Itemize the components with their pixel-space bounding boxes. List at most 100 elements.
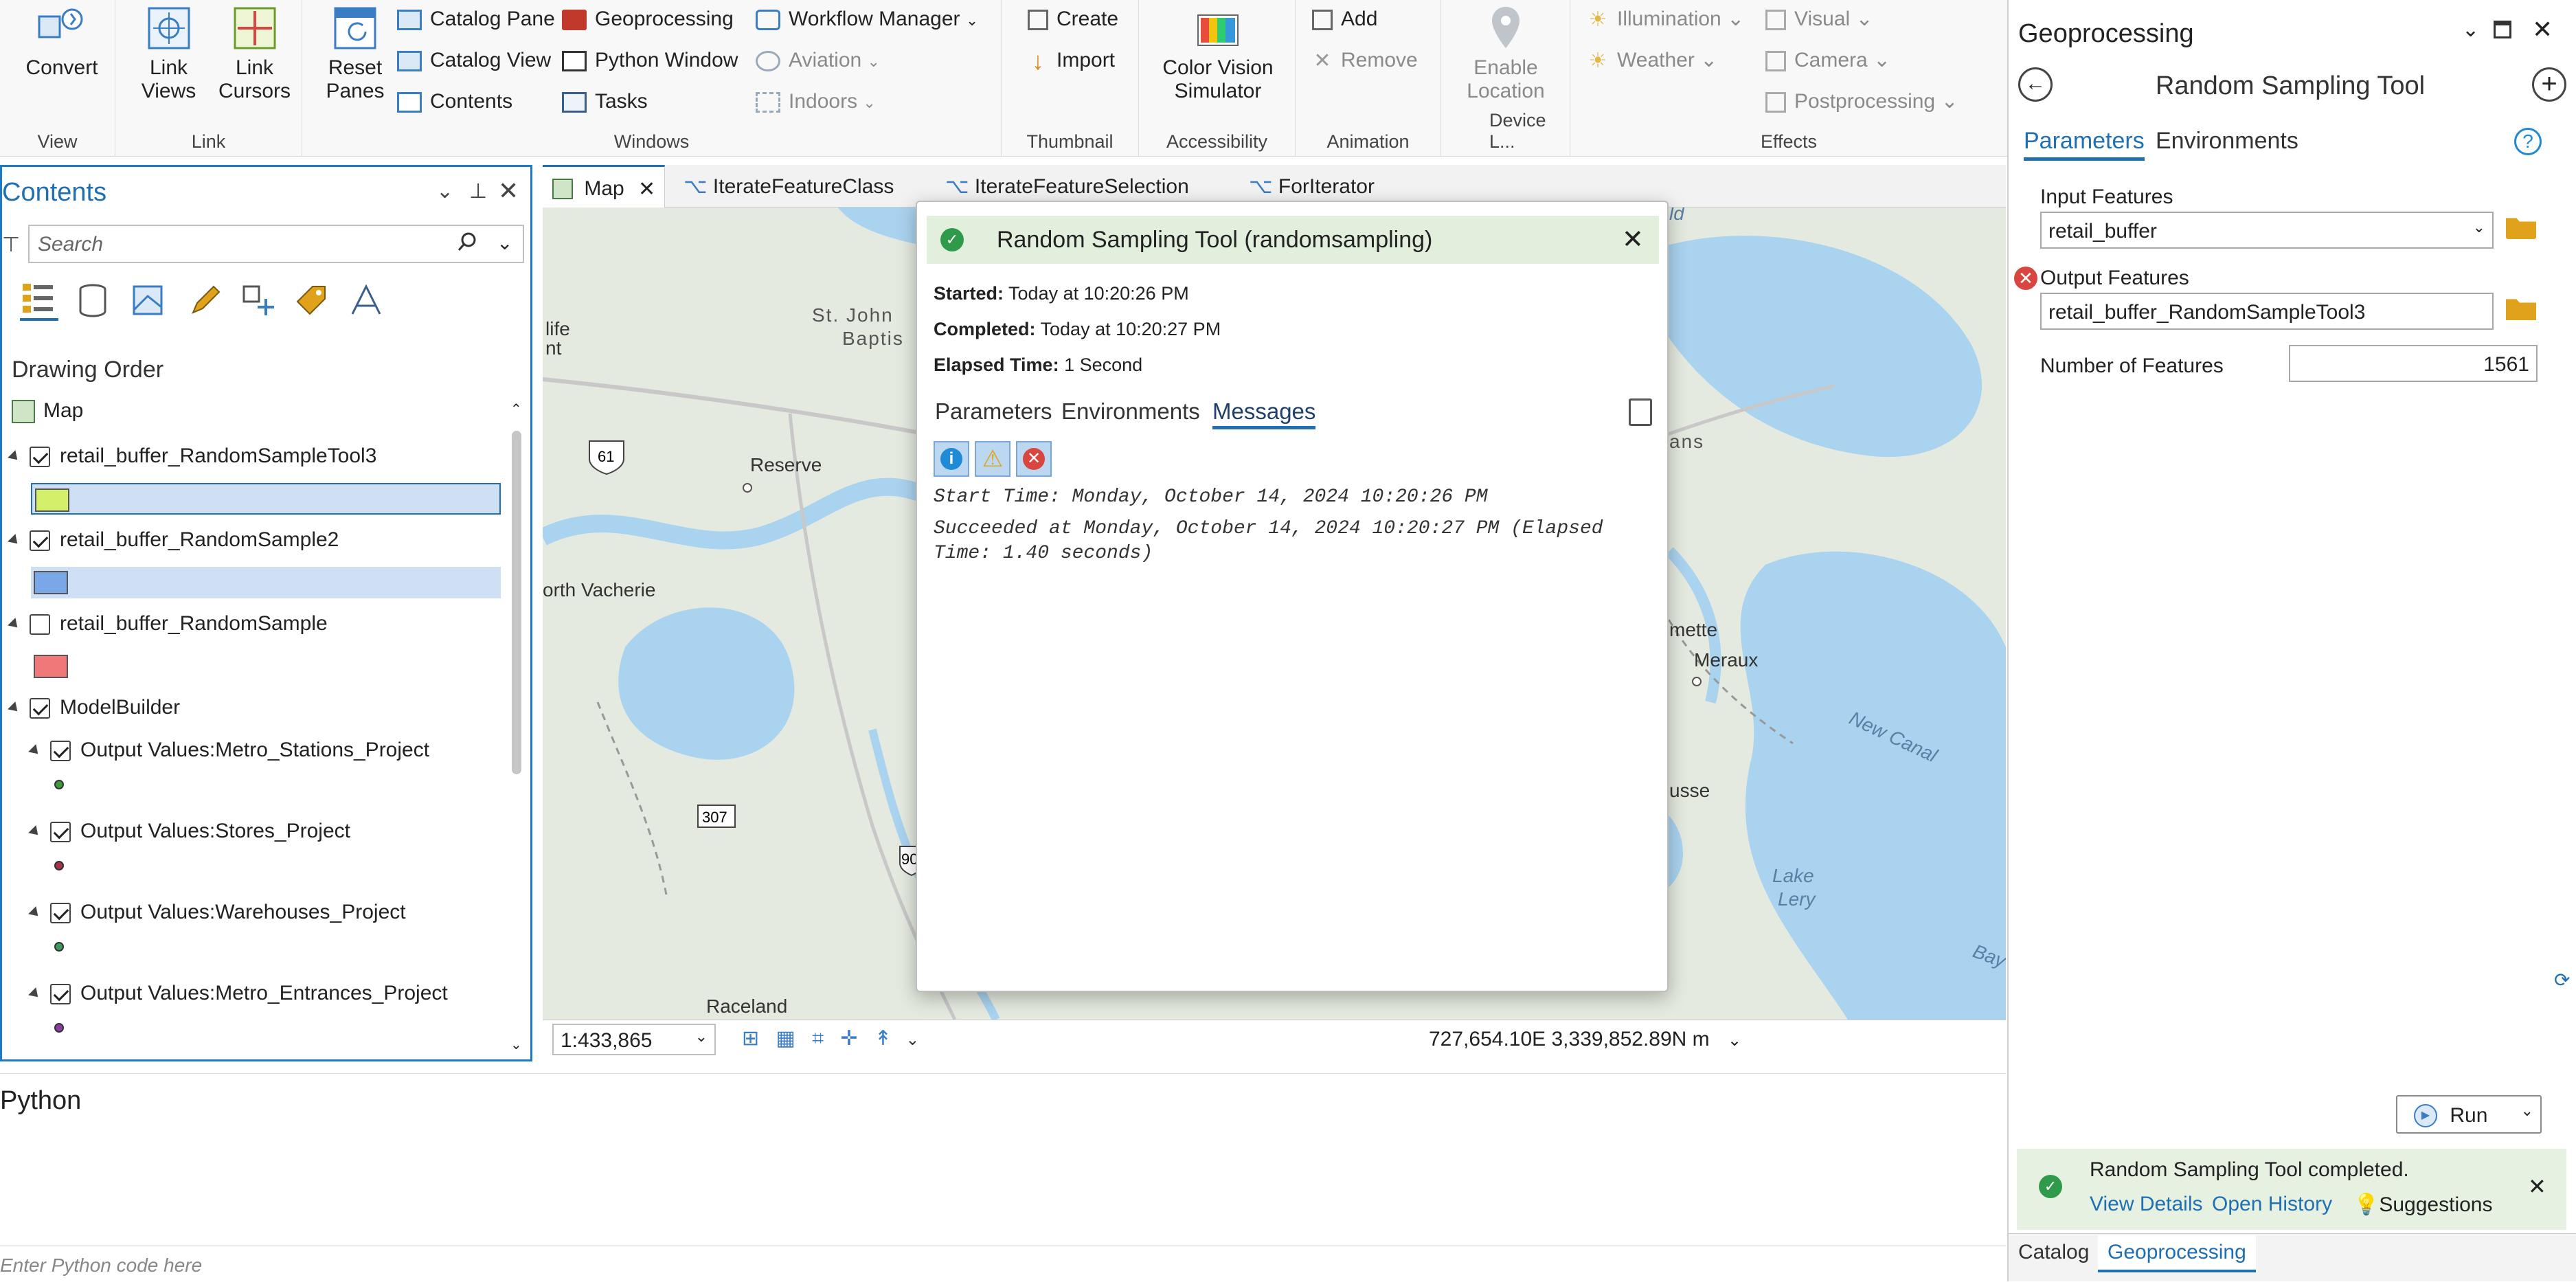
filter-icon[interactable]: ⊤ — [2, 233, 20, 257]
convert-button[interactable]: Convert — [14, 4, 110, 80]
add-button[interactable]: + — [2532, 67, 2566, 102]
layer-visibility-checkbox[interactable] — [50, 822, 71, 843]
dialog-tab-messages[interactable]: Messages — [1212, 398, 1316, 429]
crosshair-icon[interactable]: ✛ — [840, 1027, 857, 1050]
layer-visibility-checkbox[interactable] — [30, 614, 50, 636]
postprocessing-button[interactable]: Postprocessing ⌄ — [1765, 88, 1958, 115]
search-icon[interactable] — [457, 232, 477, 252]
list-by-editing-icon[interactable] — [188, 282, 223, 322]
layer-symbol-row[interactable] — [31, 483, 501, 515]
expand-triangle-icon[interactable] — [8, 450, 21, 464]
browse-output-folder-icon[interactable] — [2506, 299, 2536, 320]
error-filter-icon[interactable]: ✕ — [1016, 441, 1052, 477]
visual-button[interactable]: Visual ⌄ — [1765, 5, 1873, 33]
create-thumbnail-button[interactable]: Create — [1028, 5, 1118, 33]
expand-triangle-icon[interactable] — [28, 987, 42, 1001]
list-by-labeling-icon[interactable] — [293, 282, 329, 322]
link-views-button[interactable]: Link Views — [129, 4, 208, 103]
weather-button[interactable]: ☀ Weather ⌄ — [1587, 47, 1718, 74]
contents-search-input[interactable]: Search — [28, 225, 524, 263]
reset-panes-button[interactable]: Reset Panes — [317, 4, 393, 103]
more-chevron-icon[interactable]: ⌄ — [905, 1031, 919, 1049]
gp-options-chevron-icon[interactable]: ⌄ — [2462, 18, 2479, 42]
scroll-down-icon[interactable]: ⌄ — [510, 1036, 522, 1053]
list-by-snapping-icon[interactable] — [240, 282, 275, 322]
enable-location-button[interactable]: Enable Location — [1448, 4, 1563, 103]
layer-visibility-checkbox[interactable] — [50, 984, 71, 1005]
bottom-tab-geoprocessing[interactable]: Geoprocessing — [2098, 1235, 2256, 1272]
warning-filter-icon[interactable]: ⚠ — [975, 441, 1010, 477]
layer-visibility-checkbox[interactable] — [50, 903, 71, 924]
dismiss-banner-icon[interactable]: ✕ — [2528, 1173, 2546, 1200]
open-history-link[interactable]: Open History — [2212, 1193, 2332, 1216]
layer-symbol-row[interactable] — [31, 567, 501, 598]
back-button[interactable]: ← — [2018, 67, 2053, 102]
remove-keyframe-button[interactable]: ✕ Remove — [1312, 47, 1417, 74]
dialog-tab-parameters[interactable]: Parameters — [935, 398, 1052, 425]
gp-maximize-icon[interactable] — [2494, 21, 2511, 38]
output-features-input[interactable]: retail_buffer_RandomSampleTool3 — [2040, 293, 2494, 330]
scroll-thumb[interactable] — [512, 431, 521, 774]
copy-messages-icon[interactable] — [1629, 398, 1652, 426]
python-window-button[interactable]: Python Window — [562, 47, 738, 74]
group-layer-modelbuilder[interactable]: ModelBuilder — [8, 696, 180, 719]
table-icon[interactable]: ▦ — [776, 1027, 795, 1050]
expand-triangle-icon[interactable] — [8, 534, 21, 548]
coords-chevron-down-icon[interactable]: ⌄ — [1728, 1031, 1741, 1050]
map-item[interactable]: Map — [12, 399, 83, 424]
close-tab-icon[interactable]: ✕ — [638, 178, 655, 201]
expand-triangle-icon[interactable] — [28, 825, 42, 839]
close-icon[interactable]: ✕ — [498, 177, 519, 205]
list-by-drawing-order-icon[interactable] — [20, 280, 58, 321]
output-layer-item[interactable]: Output Values:Metro_Stations_Project — [28, 739, 429, 762]
expand-triangle-icon[interactable] — [8, 701, 21, 715]
dialog-close-icon[interactable]: ✕ — [1622, 224, 1644, 255]
expand-triangle-icon[interactable] — [28, 744, 42, 758]
layer-visibility-checkbox[interactable] — [30, 447, 50, 468]
illumination-button[interactable]: ☀ Illumination ⌄ — [1587, 5, 1745, 33]
python-input[interactable]: Enter Python code here — [0, 1246, 2006, 1282]
catalog-pane-button[interactable]: Catalog Pane — [397, 5, 555, 33]
add-keyframe-button[interactable]: Add — [1312, 5, 1377, 33]
snapping-icon[interactable]: ⌗ — [812, 1027, 824, 1050]
tab-parameters[interactable]: Parameters — [2024, 128, 2145, 161]
tasks-button[interactable]: Tasks — [562, 88, 648, 115]
run-options-chevron-icon[interactable]: ⌄ — [2521, 1102, 2533, 1120]
search-options-chevron-icon[interactable]: ⌄ — [497, 232, 512, 254]
north-arrow-icon[interactable]: ↟ — [874, 1027, 892, 1050]
output-layer-item[interactable]: Output Values:Stores_Project — [28, 820, 350, 843]
expand-triangle-icon[interactable] — [28, 906, 42, 920]
gp-close-icon[interactable]: ✕ — [2532, 15, 2553, 44]
list-by-source-icon[interactable] — [75, 282, 111, 322]
output-layer-item[interactable]: Output Values:Warehouses_Project — [28, 901, 406, 924]
map-tab-iteratefeatureselection[interactable]: ⌥ IterateFeatureSelection — [945, 175, 1189, 199]
indoors-button[interactable]: Indoors ⌄ — [756, 88, 876, 115]
geoprocessing-button[interactable]: Geoprocessing — [562, 5, 734, 33]
scale-dropdown[interactable]: 1:433,865 ⌄ — [552, 1024, 716, 1055]
link-cursors-button[interactable]: Link Cursors — [215, 4, 294, 103]
expand-triangle-icon[interactable] — [8, 618, 21, 631]
info-filter-icon[interactable]: i — [934, 441, 969, 477]
layer-symbol-row[interactable] — [31, 651, 72, 682]
layer-visibility-checkbox[interactable] — [50, 741, 71, 762]
pin-icon[interactable]: ⊥ — [469, 179, 487, 203]
run-button[interactable]: ▶ Run ⌄ — [2396, 1095, 2542, 1134]
help-icon[interactable]: ? — [2514, 128, 2542, 155]
list-by-perspective-icon[interactable] — [348, 282, 384, 322]
browse-folder-icon[interactable] — [2506, 218, 2536, 239]
workflow-manager-button[interactable]: Workflow Manager ⌄ — [756, 5, 978, 33]
view-details-link[interactable]: View Details — [2090, 1193, 2203, 1216]
tab-environments[interactable]: Environments — [2156, 128, 2298, 155]
output-layer-item[interactable]: Output Values:Metro_Entrances_Project — [28, 982, 448, 1005]
layer-item[interactable]: retail_buffer_RandomSample2 — [8, 528, 339, 552]
layer-item[interactable]: retail_buffer_RandomSampleTool3 — [8, 445, 376, 468]
bottom-tab-catalog[interactable]: Catalog — [2018, 1241, 2089, 1264]
pane-options-chevron-icon[interactable]: ⌄ — [436, 179, 453, 203]
number-of-features-input[interactable]: 1561 — [2289, 345, 2538, 382]
map-tab-iteratefeatureclass[interactable]: ⌥ IterateFeatureClass — [683, 175, 894, 199]
group-visibility-checkbox[interactable] — [30, 698, 50, 719]
grid-icon[interactable]: ⊞ — [742, 1027, 759, 1050]
import-thumbnail-button[interactable]: ↓ Import — [1028, 47, 1115, 74]
side-tool-icon[interactable]: ⟳ — [2554, 969, 2576, 991]
scroll-up-icon[interactable]: ⌃ — [510, 401, 522, 418]
